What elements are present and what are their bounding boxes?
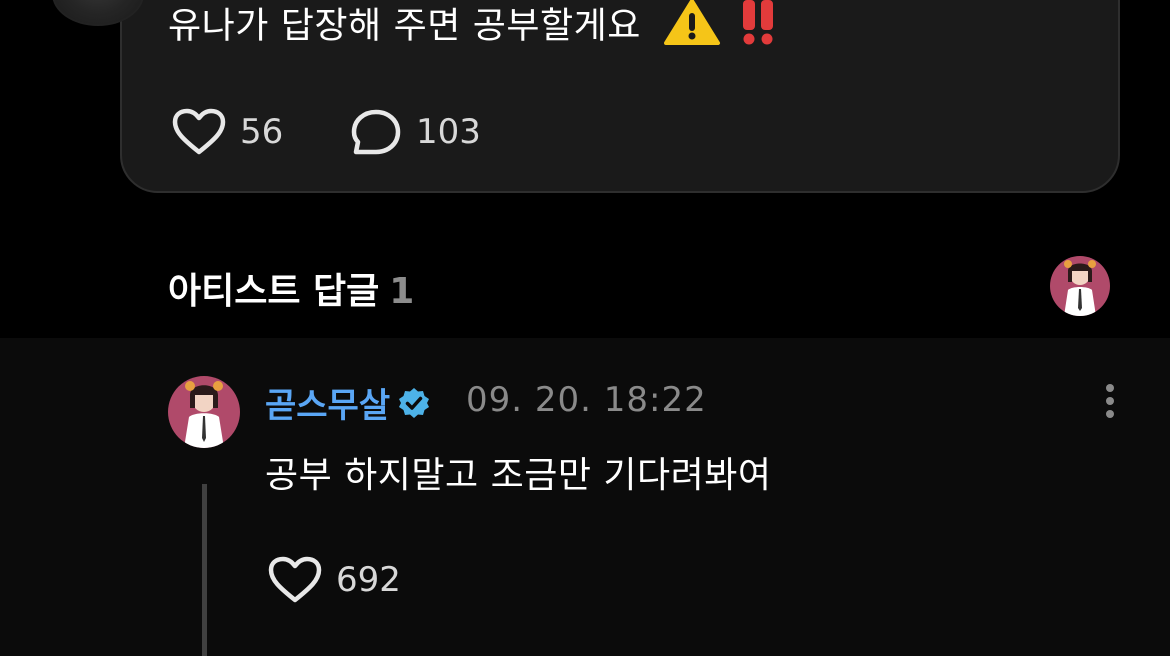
heart-outline-icon <box>268 556 322 603</box>
artist-replies-header: 아티스트 답글 1 <box>168 262 414 314</box>
reply-author-avatar[interactable] <box>168 376 240 448</box>
post-text: 유나가 답장해 주면 공부할게요 <box>168 0 779 57</box>
artist-replies-title: 아티스트 답글 <box>168 271 380 312</box>
reply-author-name: 곧스무살 <box>265 386 391 426</box>
heart-outline-icon <box>172 108 226 155</box>
reply-text: 공부 하지말고 조금만 기다려봐여 <box>265 455 772 496</box>
more-vertical-icon[interactable] <box>1098 380 1122 424</box>
post-comment-count: 103 <box>416 112 481 152</box>
reply-timestamp: 09. 20. 18:22 <box>466 380 707 420</box>
reply-like-count: 692 <box>336 560 401 600</box>
thread-line <box>202 484 207 656</box>
artist-avatar-small[interactable] <box>1050 256 1110 316</box>
artist-replies-count: 1 <box>389 271 415 312</box>
speech-bubble-icon <box>351 109 401 155</box>
verified-badge-icon <box>399 387 430 418</box>
reply-like-button[interactable]: 692 <box>268 556 401 604</box>
post-like-button[interactable]: 56 <box>172 108 283 156</box>
reply-author[interactable]: 곧스무살 <box>265 378 430 427</box>
warning-emoji-icon <box>663 0 721 57</box>
post-text-body: 유나가 답장해 주면 공부할게요 <box>168 5 641 47</box>
double-exclamation-emoji-icon <box>739 0 779 57</box>
post-like-count: 56 <box>240 112 284 152</box>
post-comment-button[interactable]: 103 <box>350 108 481 156</box>
